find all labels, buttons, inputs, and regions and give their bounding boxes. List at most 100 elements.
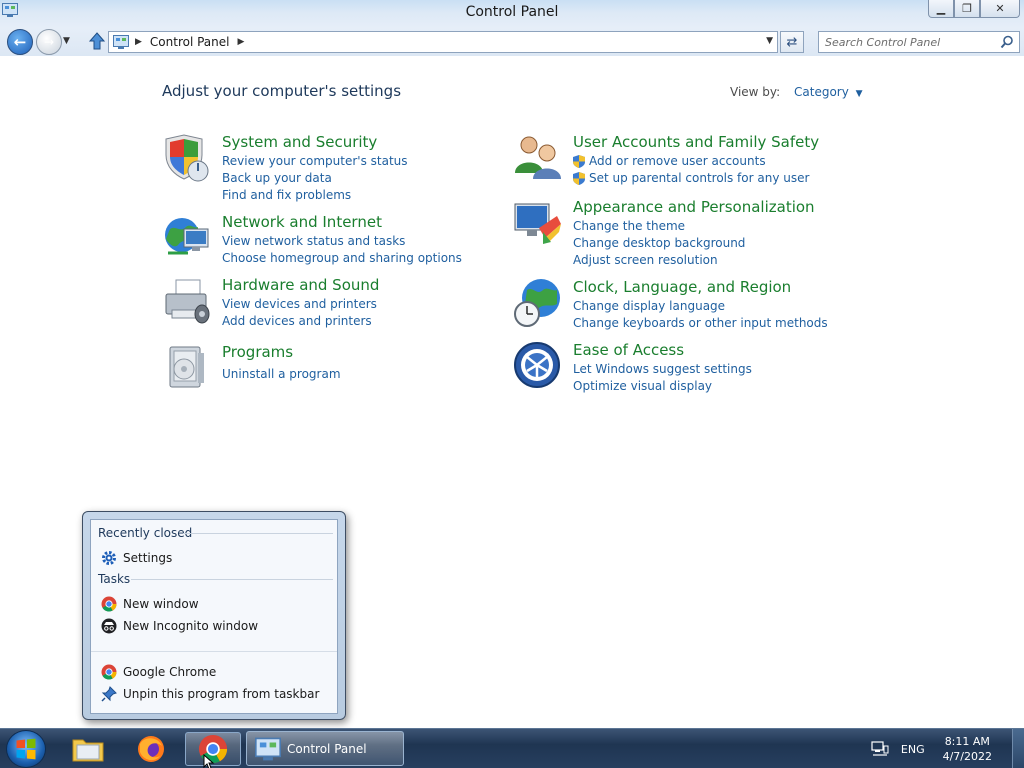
category-title[interactable]: Ease of Access bbox=[573, 341, 684, 359]
link-text[interactable]: Add or remove user accounts bbox=[589, 153, 766, 170]
link-review-status[interactable]: Review your computer's status bbox=[222, 153, 408, 170]
appearance-icon[interactable] bbox=[513, 198, 563, 248]
control-panel-icon bbox=[113, 35, 129, 49]
chrome-icon bbox=[101, 596, 117, 612]
firefox-icon bbox=[138, 736, 164, 762]
minimize-icon: ▁ bbox=[936, 2, 946, 15]
system-tray: ENG 8:11 AM 4/7/2022 bbox=[871, 729, 1024, 768]
chrome-icon bbox=[101, 664, 117, 680]
link-text[interactable]: Set up parental controls for any user bbox=[589, 170, 809, 187]
users-icon[interactable] bbox=[513, 133, 563, 183]
up-level-button[interactable] bbox=[88, 31, 106, 51]
address-bar[interactable]: ▶ Control Panel ▶ ▼ bbox=[108, 31, 778, 53]
shield-icon[interactable] bbox=[162, 133, 212, 183]
clock[interactable]: 8:11 AM 4/7/2022 bbox=[943, 734, 992, 764]
minimize-button[interactable]: ▁ bbox=[928, 0, 954, 18]
maximize-button[interactable]: ❐ bbox=[954, 0, 980, 18]
link-add-remove-accounts[interactable]: Add or remove user accounts bbox=[573, 153, 809, 170]
category-title[interactable]: Appearance and Personalization bbox=[573, 198, 815, 216]
jump-item-label[interactable]: Unpin this program from taskbar bbox=[123, 687, 319, 701]
category-title[interactable]: User Accounts and Family Safety bbox=[573, 133, 819, 151]
clock-globe-icon[interactable] bbox=[513, 278, 563, 328]
tasks-header: Tasks bbox=[98, 572, 131, 586]
language-indicator[interactable]: ENG bbox=[901, 743, 925, 756]
close-button[interactable]: ✕ bbox=[980, 0, 1020, 18]
link-keyboards-input[interactable]: Change keyboards or other input methods bbox=[573, 315, 828, 332]
refresh-button[interactable]: ⇄ bbox=[780, 31, 804, 53]
navigation-bar: ← → ▼ ▶ Control Panel ▶ ▼ ⇄ bbox=[0, 28, 1024, 56]
link-add-devices-printers[interactable]: Add devices and printers bbox=[222, 313, 377, 330]
maximize-icon: ❐ bbox=[962, 2, 972, 15]
search-box[interactable] bbox=[818, 31, 1020, 53]
jump-item-new-window[interactable]: New window bbox=[101, 596, 199, 612]
start-button[interactable] bbox=[6, 730, 46, 768]
category-title[interactable]: Programs bbox=[222, 343, 293, 361]
jump-item-label[interactable]: New Incognito window bbox=[123, 619, 258, 633]
link-back-up-data[interactable]: Back up your data bbox=[222, 170, 408, 187]
back-arrow-icon: ← bbox=[13, 33, 27, 51]
recent-pages-dropdown[interactable]: ▼ bbox=[63, 36, 70, 46]
taskbar-control-panel[interactable]: Control Panel bbox=[246, 731, 404, 766]
show-desktop-button[interactable] bbox=[1012, 729, 1024, 768]
printer-icon[interactable] bbox=[162, 276, 212, 326]
category-title[interactable]: Network and Internet bbox=[222, 213, 382, 231]
link-windows-suggest[interactable]: Let Windows suggest settings bbox=[573, 361, 752, 378]
link-display-language[interactable]: Change display language bbox=[573, 298, 828, 315]
category-title[interactable]: Clock, Language, and Region bbox=[573, 278, 791, 296]
search-input[interactable] bbox=[819, 32, 995, 52]
taskbar: Control Panel ENG 8:11 AM 4/7/2022 bbox=[0, 728, 1024, 768]
jump-item-label[interactable]: Google Chrome bbox=[123, 665, 216, 679]
jump-item-label[interactable]: Settings bbox=[123, 551, 172, 565]
programs-icon[interactable] bbox=[162, 343, 212, 393]
folder-icon bbox=[72, 739, 104, 762]
jump-item-unpin[interactable]: Unpin this program from taskbar bbox=[101, 686, 319, 702]
forward-arrow-icon: → bbox=[43, 35, 55, 49]
link-change-theme[interactable]: Change the theme bbox=[573, 218, 745, 235]
view-by-label: View by: bbox=[730, 85, 781, 99]
category-title[interactable]: System and Security bbox=[222, 133, 377, 151]
breadcrumb-arrow-icon[interactable]: ▶ bbox=[238, 37, 245, 47]
jump-item-new-incognito[interactable]: New Incognito window bbox=[101, 618, 258, 634]
jump-item-google-chrome[interactable]: Google Chrome bbox=[101, 664, 216, 680]
jump-item-settings[interactable]: Settings bbox=[101, 550, 172, 566]
back-button[interactable]: ← bbox=[7, 29, 33, 55]
page-title: Adjust your computer's settings bbox=[162, 82, 402, 100]
chevron-down-icon[interactable]: ▼ bbox=[856, 89, 863, 99]
link-screen-resolution[interactable]: Adjust screen resolution bbox=[573, 252, 745, 269]
control-panel-icon bbox=[255, 737, 281, 760]
clock-date: 4/7/2022 bbox=[942, 750, 992, 763]
taskbar-explorer[interactable] bbox=[60, 732, 116, 766]
network-icon[interactable] bbox=[162, 213, 212, 263]
clock-time: 8:11 AM bbox=[944, 735, 990, 748]
unpin-icon bbox=[101, 686, 117, 702]
view-by-dropdown[interactable]: Category bbox=[794, 85, 849, 99]
taskbar-window-label: Control Panel bbox=[287, 741, 367, 756]
mouse-cursor-icon bbox=[203, 754, 215, 768]
jump-item-label[interactable]: New window bbox=[123, 597, 199, 611]
breadcrumb-control-panel[interactable]: Control Panel bbox=[150, 35, 230, 49]
title-bar: Control Panel ▁ ❐ ✕ bbox=[0, 0, 1024, 28]
link-view-devices-printers[interactable]: View devices and printers bbox=[222, 296, 377, 313]
category-title[interactable]: Hardware and Sound bbox=[222, 276, 379, 294]
gear-icon bbox=[102, 551, 116, 565]
address-history-dropdown[interactable]: ▼ bbox=[766, 36, 773, 46]
divider bbox=[131, 579, 333, 580]
search-icon[interactable] bbox=[1000, 35, 1014, 49]
link-parental-controls[interactable]: Set up parental controls for any user bbox=[573, 170, 809, 187]
link-homegroup-sharing[interactable]: Choose homegroup and sharing options bbox=[222, 250, 462, 267]
link-uninstall-program[interactable]: Uninstall a program bbox=[222, 366, 341, 383]
link-optimize-display[interactable]: Optimize visual display bbox=[573, 378, 752, 395]
network-tray-icon[interactable] bbox=[871, 741, 889, 757]
close-icon: ✕ bbox=[995, 2, 1005, 15]
breadcrumb-separator-icon[interactable]: ▶ bbox=[135, 37, 142, 47]
link-find-fix-problems[interactable]: Find and fix problems bbox=[222, 187, 408, 204]
view-by: View by: Category ▼ bbox=[730, 85, 863, 99]
forward-button[interactable]: → bbox=[36, 29, 62, 55]
link-change-background[interactable]: Change desktop background bbox=[573, 235, 745, 252]
incognito-icon bbox=[101, 618, 117, 634]
window-title: Control Panel bbox=[465, 4, 559, 20]
link-network-status[interactable]: View network status and tasks bbox=[222, 233, 462, 250]
ease-of-access-icon[interactable] bbox=[513, 341, 563, 391]
taskbar-firefox[interactable] bbox=[123, 732, 179, 766]
recently-closed-header: Recently closed bbox=[98, 526, 193, 540]
